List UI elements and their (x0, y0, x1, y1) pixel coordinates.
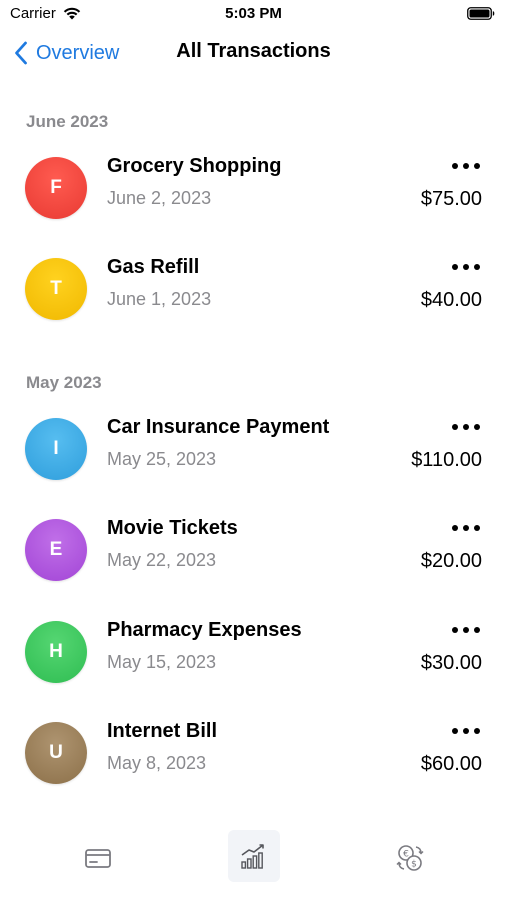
avatar: U (25, 722, 87, 784)
section-header-june-2023: June 2023 (26, 112, 109, 131)
transaction-amount: $60.00 (420, 753, 482, 775)
tab-exchange[interactable]: € $ (384, 832, 436, 884)
transaction-title: Car Insurance Payment (107, 416, 330, 438)
transaction-date: June 1, 2023 (107, 289, 212, 309)
chart-icon (241, 844, 264, 869)
currency-exchange-icon: € $ (396, 845, 424, 871)
tab-cards[interactable] (72, 832, 124, 884)
transaction-date: May 25, 2023 (107, 449, 217, 469)
transaction-amount: $40.00 (420, 289, 482, 311)
more-options-icon[interactable] (451, 422, 481, 432)
avatar: E (25, 519, 87, 581)
transaction-date: May 8, 2023 (107, 753, 207, 773)
transaction-row[interactable]: E Movie Tickets May 22, 2023 $20.00 (0, 505, 507, 595)
transaction-title: Internet Bill (107, 720, 218, 742)
more-options-icon[interactable] (451, 726, 481, 736)
tab-bar: € $ (0, 830, 507, 900)
transaction-amount: $30.00 (420, 652, 482, 674)
transaction-row[interactable]: F Grocery Shopping June 2, 2023 $75.00 (0, 143, 507, 233)
tab-analytics[interactable] (228, 830, 280, 882)
svg-text:$: $ (411, 860, 417, 870)
section-header-may-2023: May 2023 (26, 373, 102, 392)
transaction-date: May 22, 2023 (107, 550, 217, 570)
avatar: T (25, 258, 87, 320)
transaction-title: Grocery Shopping (107, 155, 282, 177)
avatar: I (25, 418, 87, 480)
screen: Carrier 5:03 PM Overview All Transaction… (0, 0, 507, 900)
battery-icon (467, 7, 495, 20)
transaction-date: June 2, 2023 (107, 188, 212, 208)
transaction-row[interactable]: I Car Insurance Payment May 25, 2023 $11… (0, 404, 507, 494)
transaction-amount: $110.00 (411, 449, 482, 471)
avatar: F (25, 157, 87, 219)
avatar: H (25, 621, 87, 683)
transaction-title: Pharmacy Expenses (107, 619, 302, 641)
more-options-icon[interactable] (451, 625, 481, 635)
transaction-title: Movie Tickets (107, 517, 238, 539)
transaction-date: May 15, 2023 (107, 652, 217, 672)
status-time: 5:03 PM (225, 5, 282, 22)
navigation-bar: Overview All Transactions (0, 30, 507, 76)
more-options-icon[interactable] (451, 523, 481, 533)
transaction-amount: $20.00 (420, 550, 482, 572)
transaction-amount: $75.00 (420, 188, 482, 210)
more-options-icon[interactable] (451, 161, 481, 171)
transaction-row[interactable]: U Internet Bill May 8, 2023 $60.00 (0, 708, 507, 798)
transaction-row[interactable]: H Pharmacy Expenses May 15, 2023 $30.00 (0, 607, 507, 697)
page-title: All Transactions (176, 40, 331, 62)
transaction-title: Gas Refill (107, 256, 200, 278)
status-bar: Carrier 5:03 PM (0, 0, 507, 30)
transaction-row[interactable]: T Gas Refill June 1, 2023 $40.00 (0, 244, 507, 334)
credit-card-icon (85, 849, 111, 868)
more-options-icon[interactable] (451, 262, 481, 272)
